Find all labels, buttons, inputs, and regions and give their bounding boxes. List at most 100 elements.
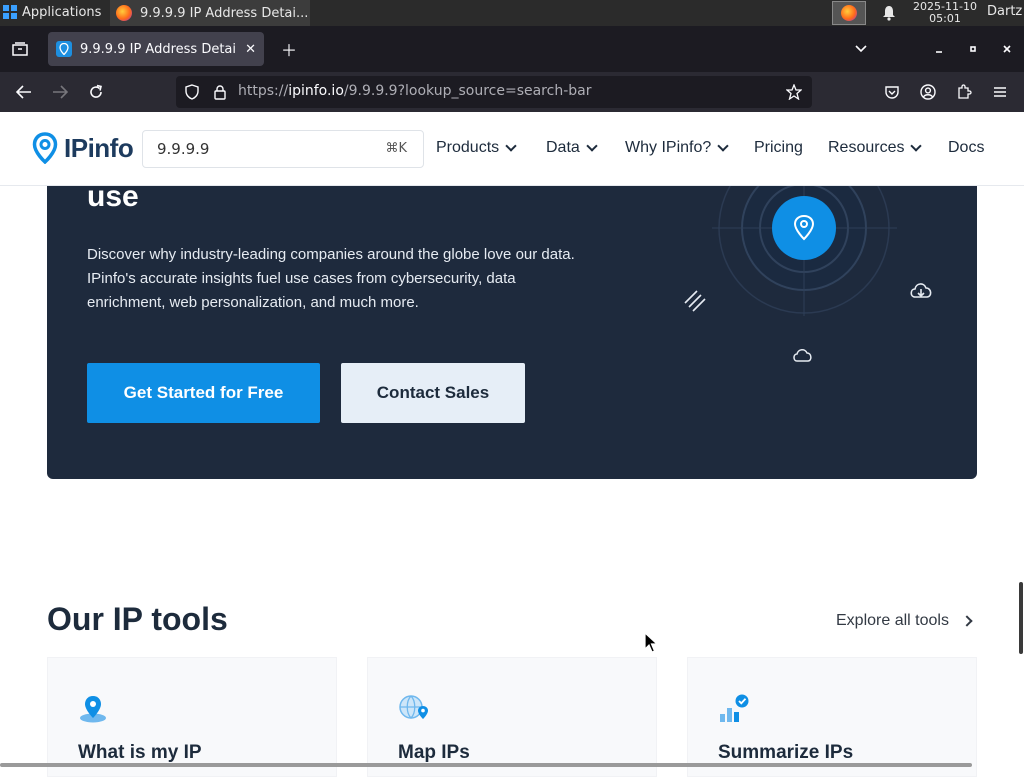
applications-menu[interactable]: Applications <box>2 4 101 20</box>
location-pin-icon <box>80 696 106 723</box>
new-tab-button[interactable]: ＋ <box>278 38 300 60</box>
chevron-down-icon <box>910 140 923 152</box>
applications-icon <box>3 5 17 19</box>
url-host: ipinfo.io <box>288 83 344 99</box>
pocket-button[interactable] <box>881 81 903 103</box>
nav-docs-label: Docs <box>948 139 985 156</box>
hero-description: Discover why industry-leading companies … <box>87 246 575 311</box>
hero-heading: use <box>87 186 139 213</box>
browser-tab-strip: 9.9.9.9 IP Address Detail ✕ ＋ <box>0 26 1024 72</box>
url-bar[interactable]: https://ipinfo.io/9.9.9.9?lookup_source=… <box>176 76 812 108</box>
tab-title: 9.9.9.9 IP Address Detail <box>80 41 238 57</box>
notification-bell-icon[interactable] <box>882 5 896 21</box>
reload-button[interactable] <box>85 81 107 103</box>
applications-label: Applications <box>22 4 102 20</box>
search-value: 9.9.9.9 <box>157 140 210 158</box>
account-button[interactable] <box>917 81 939 103</box>
url-text: https://ipinfo.io/9.9.9.9?lookup_source=… <box>238 83 591 99</box>
reload-icon <box>90 84 102 98</box>
network-illustration <box>684 186 932 362</box>
contact-sales-button[interactable]: Contact Sales <box>341 363 525 423</box>
explore-label: Explore all tools <box>836 612 949 629</box>
close-icon <box>1003 45 1011 53</box>
chevron-down-icon <box>717 140 729 152</box>
url-path: /9.9.9.9?lookup_source=search-bar <box>343 83 592 99</box>
chevron-down-icon <box>855 45 867 53</box>
tab-tray-icon <box>12 42 28 56</box>
satellite-icon <box>684 290 706 312</box>
chevron-down-icon <box>586 140 598 152</box>
app-menu-button[interactable] <box>989 81 1011 103</box>
bookmark-star-icon[interactable] <box>786 84 802 100</box>
tab-close-icon[interactable]: ✕ <box>245 42 256 57</box>
firefox-icon <box>116 5 132 21</box>
nav-products[interactable]: Products <box>436 139 517 157</box>
mouse-cursor-icon <box>644 632 658 653</box>
bar-chart-check-icon <box>720 694 749 722</box>
explore-all-tools-link[interactable]: Explore all tools <box>836 612 973 630</box>
nav-why-label: Why IPinfo? <box>625 139 712 156</box>
arrow-right-icon <box>53 85 68 99</box>
back-button[interactable] <box>13 81 35 103</box>
tab-ipinfo[interactable]: 9.9.9.9 IP Address Detail ✕ <box>48 32 264 66</box>
tab-overview-button[interactable] <box>9 38 31 60</box>
minimize-button[interactable] <box>928 38 950 60</box>
tool-card-title: Map IPs <box>398 742 470 763</box>
get-started-button[interactable]: Get Started for Free <box>87 363 320 423</box>
nav-pricing-label: Pricing <box>754 139 803 156</box>
nav-docs[interactable]: Docs <box>948 139 984 157</box>
taskbar-window-title: 9.9.9.9 IP Address Detai... <box>140 5 309 21</box>
tracking-protection-shield-icon[interactable] <box>184 84 200 100</box>
nav-products-label: Products <box>436 139 500 156</box>
horizontal-scrollbar-thumb[interactable] <box>0 763 972 767</box>
tools-section-title: Our IP tools <box>47 601 228 637</box>
browser-toolbar: https://ipinfo.io/9.9.9.9?lookup_source=… <box>0 72 1024 112</box>
pocket-icon <box>885 86 899 99</box>
tool-card-what-is-my-ip[interactable]: What is my IP <box>47 657 337 777</box>
hero-banner: use Discover why industry-leading compan… <box>47 186 977 479</box>
ipinfo-favicon-icon <box>56 41 72 57</box>
account-icon <box>920 84 936 100</box>
taskbar-window-firefox[interactable]: 9.9.9.9 IP Address Detai... <box>110 0 310 26</box>
maximize-icon <box>970 46 976 52</box>
search-shortcut: ⌘K <box>385 141 407 156</box>
nav-data-label: Data <box>546 139 580 156</box>
chevron-down-icon <box>505 140 517 152</box>
user-menu[interactable]: Dartz <box>987 4 1022 19</box>
list-all-tabs-button[interactable] <box>850 38 872 60</box>
firefox-icon <box>841 5 857 21</box>
clock-time: 05:01 <box>929 12 961 25</box>
close-window-button[interactable] <box>996 38 1018 60</box>
cloud-download-icon <box>910 283 932 298</box>
tool-card-summarize-ips[interactable]: Summarize IPs <box>687 657 977 777</box>
minimize-icon <box>936 51 942 53</box>
cloud-icon <box>793 349 812 362</box>
tool-card-map-ips[interactable]: Map IPs <box>367 657 657 777</box>
site-header: IPinfo 9.9.9.9 ⌘K Products Data Why IPin… <box>0 112 1024 186</box>
vertical-scrollbar-thumb[interactable] <box>1019 582 1023 654</box>
logo-text: IPinfo <box>64 132 134 163</box>
tray-firefox-button[interactable] <box>832 1 866 25</box>
extensions-button[interactable] <box>953 81 975 103</box>
clock[interactable]: 2025-11-10 05:01 <box>912 1 978 25</box>
tool-card-title: Summarize IPs <box>718 742 854 763</box>
url-prefix: https:// <box>238 83 289 99</box>
arrow-left-icon <box>16 85 31 99</box>
ipinfo-logo[interactable]: IPinfo <box>32 132 134 164</box>
plus-icon: ＋ <box>280 41 297 60</box>
os-taskbar: Applications 9.9.9.9 IP Address Detai...… <box>0 0 1024 26</box>
nav-why-ipinfo[interactable]: Why IPinfo? <box>625 139 729 157</box>
globe-pin-icon <box>399 695 428 719</box>
nav-data[interactable]: Data <box>546 139 598 157</box>
hamburger-menu-icon <box>994 87 1006 97</box>
ipinfo-pin-logo-icon <box>32 132 58 164</box>
tool-card-title: What is my IP <box>78 742 202 763</box>
maximize-button[interactable] <box>962 38 984 60</box>
nav-resources[interactable]: Resources <box>828 139 923 157</box>
forward-button[interactable] <box>49 81 71 103</box>
lock-icon[interactable] <box>213 84 227 100</box>
nav-pricing[interactable]: Pricing <box>754 139 803 157</box>
puzzle-icon <box>958 84 972 99</box>
chevron-right-icon <box>961 615 973 627</box>
ip-search-input[interactable]: 9.9.9.9 ⌘K <box>142 130 424 168</box>
